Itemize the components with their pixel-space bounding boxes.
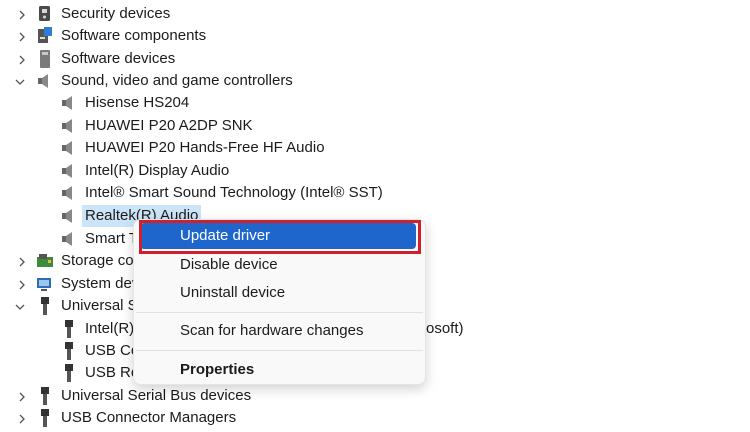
menu-separator	[136, 350, 423, 351]
speaker-icon	[38, 74, 48, 88]
usb-icon	[65, 364, 73, 382]
tree-item-security-devices[interactable]: Security devices	[0, 3, 220, 25]
tree-item-smart-t[interactable]: Smart T	[0, 228, 138, 250]
tree-item-intel-display-audio[interactable]: Intel(R) Display Audio	[0, 160, 240, 182]
tree-item-universal-serial-bus-controllers[interactable]: Universal S	[0, 295, 138, 317]
tree-item-label: Software devices	[61, 50, 176, 67]
tree-item-sound-video-game-controllers[interactable]: Sound, video and game controllers	[0, 70, 320, 92]
security-device-icon	[39, 6, 50, 21]
speaker-icon	[62, 119, 72, 133]
tree-item-software-devices[interactable]: Software devices	[0, 48, 220, 70]
usb-icon	[41, 387, 49, 405]
tree-item-usb-connector-managers[interactable]: USB Connector Managers	[0, 407, 250, 429]
tree-item-huawei-a2dp[interactable]: HUAWEI P20 A2DP SNK	[0, 115, 253, 137]
tree-item-label: Intel(R) Display Audio	[85, 162, 230, 179]
menu-item-properties[interactable]: Properties	[134, 357, 425, 383]
chevron-right-icon[interactable]	[16, 279, 28, 291]
speaker-icon	[62, 164, 72, 178]
tree-item-software-components[interactable]: Software components	[0, 25, 240, 47]
menu-item-label: Update driver	[180, 227, 271, 244]
usb-icon	[41, 297, 49, 315]
chevron-down-icon[interactable]	[14, 301, 26, 313]
usb-icon	[65, 320, 73, 338]
usb-icon	[41, 409, 49, 427]
tree-item-label: Storage co	[61, 252, 134, 269]
menu-separator	[136, 312, 423, 313]
chevron-down-icon[interactable]	[14, 76, 26, 88]
tree-item-label: Sound, video and game controllers	[61, 72, 293, 89]
tree-item-huawei-handsfree[interactable]: HUAWEI P20 Hands-Free HF Audio	[0, 137, 325, 159]
menu-item-update-driver[interactable]: Update driver	[140, 223, 416, 249]
tree-item-label: Universal S	[61, 297, 138, 314]
chevron-right-icon[interactable]	[16, 31, 28, 43]
software-device-icon	[40, 50, 50, 68]
tree-item-label: System dev	[61, 275, 140, 292]
menu-item-label: Uninstall device	[180, 284, 286, 301]
menu-item-uninstall-device[interactable]: Uninstall device	[134, 280, 425, 306]
chevron-right-icon[interactable]	[16, 391, 28, 403]
usb-icon	[65, 342, 73, 360]
menu-item-label: Disable device	[180, 256, 278, 273]
storage-controller-icon	[37, 254, 53, 267]
speaker-icon	[62, 141, 72, 155]
tree-item-label: HUAWEI P20 A2DP SNK	[85, 117, 253, 134]
speaker-icon	[62, 209, 72, 223]
speaker-icon	[62, 232, 72, 246]
tree-item-intel-sst[interactable]: Intel® Smart Sound Technology (Intel® SS…	[0, 182, 390, 204]
menu-item-label: Scan for hardware changes	[180, 322, 364, 339]
tree-item-storage-controllers[interactable]: Storage co	[0, 250, 134, 272]
menu-item-label: Properties	[180, 361, 255, 378]
menu-item-scan-hardware-changes[interactable]: Scan for hardware changes	[134, 318, 425, 344]
tree-item-label: Intel® Smart Sound Technology (Intel® SS…	[85, 184, 383, 201]
context-menu: Update driver Disable device Uninstall d…	[133, 219, 426, 385]
chevron-right-icon[interactable]	[16, 413, 28, 425]
tree-item-label: HUAWEI P20 Hands-Free HF Audio	[85, 139, 325, 156]
tree-item-label: Intel(R)	[85, 320, 135, 337]
chevron-right-icon[interactable]	[16, 9, 28, 21]
tree-item-label: Universal Serial Bus devices	[61, 387, 252, 404]
system-device-icon	[37, 278, 51, 291]
menu-item-disable-device[interactable]: Disable device	[134, 252, 425, 278]
tree-item-universal-serial-bus-devices[interactable]: Universal Serial Bus devices	[0, 385, 270, 407]
speaker-icon	[62, 96, 72, 110]
tree-item-label: Software components	[61, 27, 207, 44]
tree-item-label: USB Connector Managers	[61, 409, 237, 426]
tree-item-usb-composite[interactable]: USB Co	[0, 340, 139, 362]
chevron-right-icon[interactable]	[16, 54, 28, 66]
tree-item-label: Hisense HS204	[85, 94, 190, 111]
chevron-right-icon[interactable]	[16, 256, 28, 268]
tree-item-system-devices[interactable]: System dev	[0, 273, 139, 295]
tree-item-label: Security devices	[61, 5, 171, 22]
software-component-icon	[38, 27, 52, 43]
tree-item-hisense-hs204[interactable]: Hisense HS204	[0, 92, 220, 114]
tree-item-usb-root-hub[interactable]: USB Ro	[0, 362, 139, 384]
speaker-icon	[62, 186, 72, 200]
